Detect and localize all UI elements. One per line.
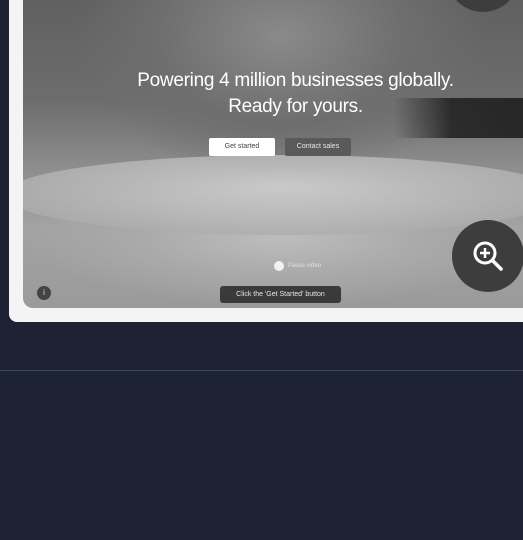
- screenshot-card: Powering 4 million businesses globally. …: [9, 0, 523, 322]
- get-started-button[interactable]: Get started: [209, 138, 275, 156]
- zoom-in-icon: [473, 241, 503, 271]
- divider: [0, 370, 523, 371]
- contact-sales-button[interactable]: Contact sales: [285, 138, 351, 156]
- hero-headline: Powering 4 million businesses globally. …: [23, 68, 523, 120]
- zoom-in-button[interactable]: [452, 220, 523, 292]
- pause-label[interactable]: Pause video: [288, 261, 321, 271]
- headline-line-2: Ready for yours.: [228, 96, 363, 117]
- instruction-tooltip: Click the 'Get Started' button: [220, 286, 341, 303]
- headline-line-1: Powering 4 million businesses globally.: [137, 70, 454, 91]
- info-icon[interactable]: i: [37, 286, 51, 300]
- background-dough: [23, 155, 523, 235]
- pause-icon[interactable]: [274, 261, 284, 271]
